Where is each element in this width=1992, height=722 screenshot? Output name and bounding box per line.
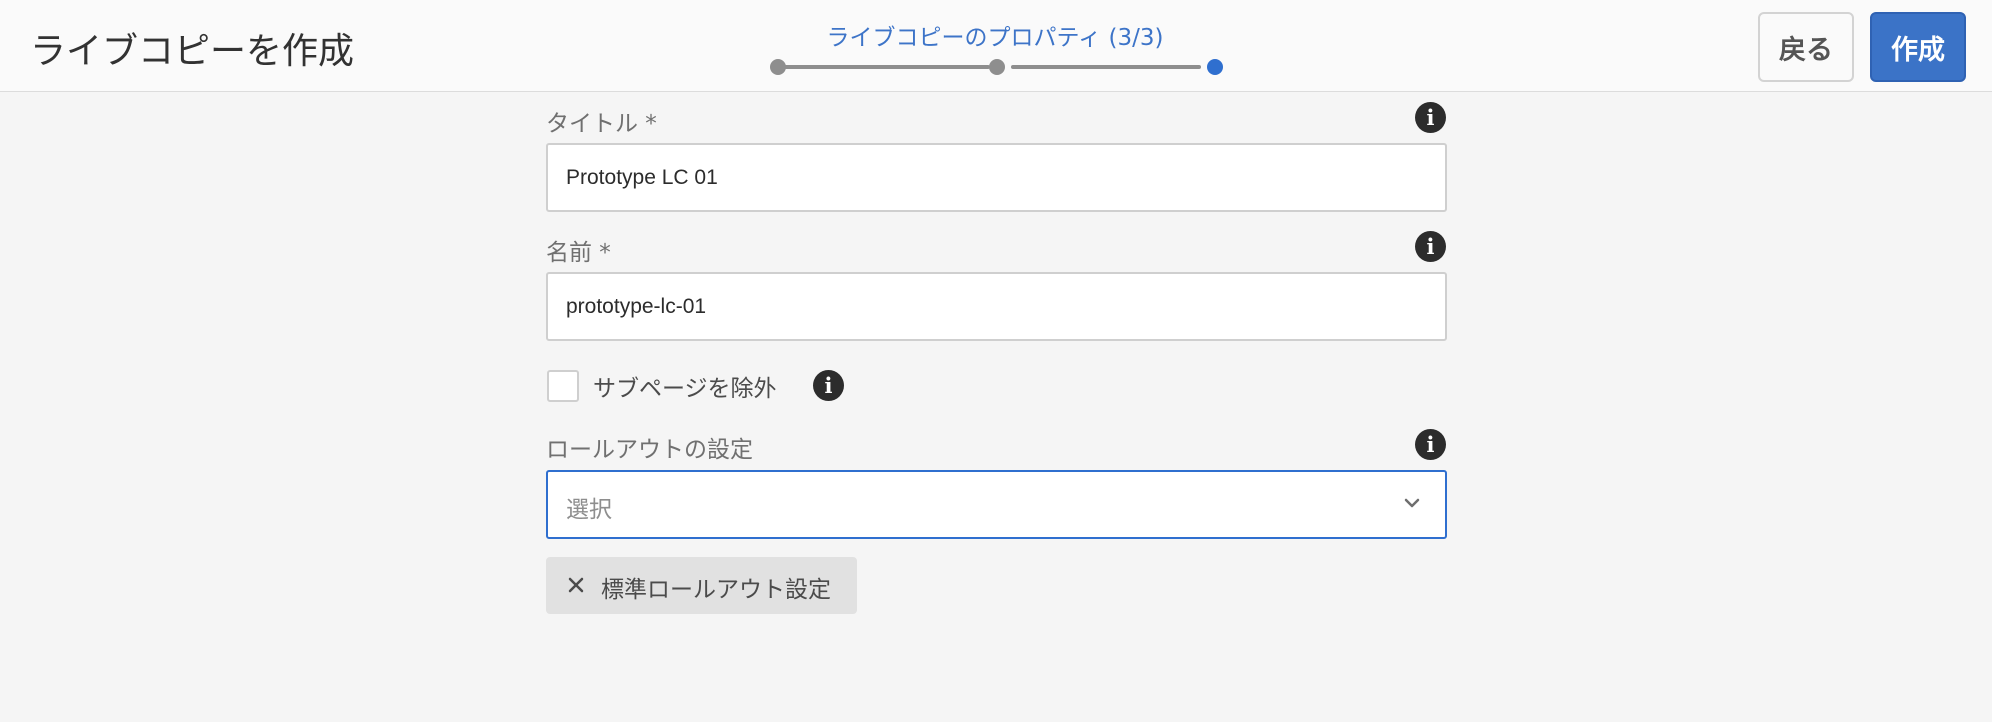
wizard-connector	[1011, 65, 1201, 69]
header-bar: ライブコピーを作成 ライブコピーのプロパティ (3/3) 戻る 作成	[0, 0, 1992, 92]
wizard-connector	[784, 65, 990, 69]
info-icon[interactable]: i	[813, 370, 844, 401]
title-field-label: タイトル *	[546, 111, 657, 137]
chevron-down-icon	[1404, 498, 1420, 508]
create-button[interactable]: 作成	[1870, 12, 1966, 82]
info-icon[interactable]: i	[1415, 102, 1446, 133]
exclude-subpages-label[interactable]: サブページを除外	[593, 369, 777, 403]
name-field-label: 名前 *	[546, 240, 611, 266]
back-button[interactable]: 戻る	[1758, 12, 1854, 82]
wizard-progress	[0, 0, 1992, 92]
exclude-subpages-checkbox[interactable]	[547, 370, 579, 402]
info-icon[interactable]: i	[1415, 231, 1446, 262]
wizard-step-1[interactable]	[770, 59, 786, 75]
rollout-config-label: ロールアウトの設定	[546, 437, 753, 463]
info-icon[interactable]: i	[1415, 429, 1446, 460]
rollout-config-tag: 標準ロールアウト設定	[546, 557, 857, 614]
wizard-step-2[interactable]	[989, 59, 1005, 75]
name-input[interactable]	[546, 272, 1447, 341]
wizard-step-3[interactable]	[1207, 59, 1223, 75]
tag-label: 標準ロールアウト設定	[601, 577, 831, 603]
select-placeholder: 選択	[566, 497, 612, 523]
title-input[interactable]	[546, 143, 1447, 212]
rollout-config-select[interactable]: 選択	[546, 470, 1447, 539]
close-icon[interactable]	[566, 575, 586, 595]
